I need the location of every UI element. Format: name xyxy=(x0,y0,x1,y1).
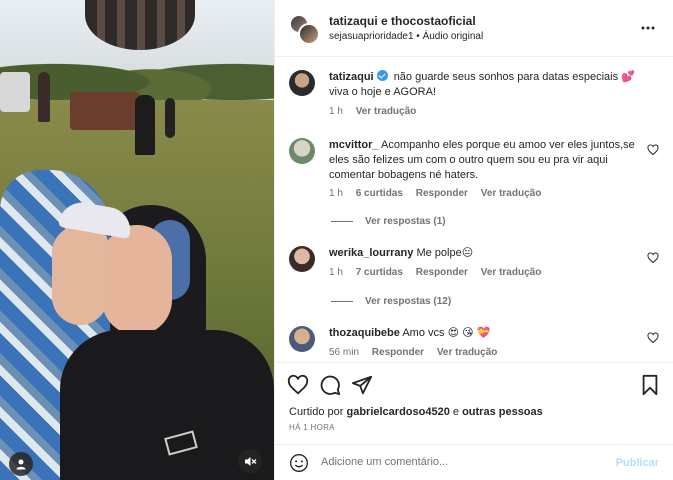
like-button-heart-icon[interactable] xyxy=(287,374,309,396)
view-replies-label: Ver respostas (1) xyxy=(365,216,446,227)
video-balloon-basket xyxy=(70,92,140,130)
comment-meta: 1 h 7 curtidas Responder Ver tradução xyxy=(329,267,551,278)
speaker-muted-icon xyxy=(244,456,256,466)
post-actions xyxy=(275,362,673,406)
replies-divider xyxy=(331,221,353,222)
caption-time: 1 h xyxy=(329,106,343,117)
comment-likes-count[interactable]: 6 curtidas xyxy=(356,188,403,199)
audio-attribution: sejasuaprioridade1 • Áudio original xyxy=(329,31,483,42)
save-button-bookmark-icon[interactable] xyxy=(639,374,661,396)
emoji-icon[interactable] xyxy=(289,453,309,473)
video-background-person xyxy=(38,72,50,122)
tagged-users-button[interactable] xyxy=(9,452,33,476)
caption-meta: 1 h Ver tradução xyxy=(329,106,426,117)
view-replies-button[interactable]: Ver respostas (1) xyxy=(331,216,446,227)
video-background-person xyxy=(135,95,155,155)
comment-likes-count[interactable]: 7 curtidas xyxy=(356,267,403,278)
video-man-face xyxy=(52,225,108,325)
view-replies-button[interactable]: Ver respostas (12) xyxy=(331,296,451,307)
post-side-panel: tatizaqui e thocostaoficial sejasuaprior… xyxy=(274,0,673,480)
more-dots-icon xyxy=(641,26,655,30)
like-comment-heart-icon[interactable] xyxy=(647,144,659,156)
comment-meta: 56 min Responder Ver tradução xyxy=(329,347,507,358)
audio-user-link[interactable]: sejasuaprioridade1 xyxy=(329,31,414,42)
like-comment-heart-icon[interactable] xyxy=(647,332,659,344)
audio-link[interactable]: Áudio original xyxy=(423,31,484,42)
view-replies-label: Ver respostas (12) xyxy=(365,296,452,307)
comment-time: 1 h xyxy=(329,188,343,199)
post-video[interactable] xyxy=(0,0,274,480)
mute-button[interactable] xyxy=(238,449,262,473)
avatar xyxy=(298,23,320,45)
video-car xyxy=(0,72,30,112)
translate-link[interactable]: Ver tradução xyxy=(356,106,417,117)
translate-link[interactable]: Ver tradução xyxy=(481,188,542,199)
liked-by-user[interactable]: gabrielcardoso4520 xyxy=(346,406,449,418)
add-comment-bar: Adicione um comentário... Publicar xyxy=(275,444,673,480)
video-woman-face xyxy=(102,225,172,335)
liked-by-prefix: Curtido por xyxy=(289,406,347,418)
post-timestamp[interactable]: HÁ 1 HORA xyxy=(289,423,335,432)
share-button-paper-plane-icon[interactable] xyxy=(351,374,373,396)
liked-by-others[interactable]: outras pessoas xyxy=(462,406,543,418)
author-names[interactable]: tatizaqui e thocostaoficial xyxy=(329,14,476,28)
liked-by-summary: Curtido por gabrielcardoso4520 e outras … xyxy=(289,406,543,418)
comment-username[interactable]: werika_lourrany xyxy=(329,247,413,259)
reply-button[interactable]: Responder xyxy=(372,347,424,358)
reply-button[interactable]: Responder xyxy=(416,267,468,278)
verified-badge-icon xyxy=(376,70,388,81)
audio-separator: • xyxy=(413,31,423,42)
comment-body: Me polpe😐 xyxy=(416,247,474,259)
caption-body: não guarde seus sonhos para datas especi… xyxy=(329,71,635,98)
comment-input[interactable]: Adicione um comentário... xyxy=(321,456,448,468)
author-avatars[interactable] xyxy=(289,14,320,45)
like-comment-heart-icon[interactable] xyxy=(647,252,659,264)
translate-link[interactable]: Ver tradução xyxy=(481,267,542,278)
user-icon xyxy=(16,459,26,470)
caption-text: tatizaqui não guarde seus sonhos para da… xyxy=(329,70,637,100)
avatar[interactable] xyxy=(289,70,315,96)
avatar[interactable] xyxy=(289,138,315,164)
avatar[interactable] xyxy=(289,326,315,352)
comment-body: Amo vcs 😍 😘 💝 xyxy=(402,327,491,339)
comment-username[interactable]: thozaquibebe xyxy=(329,327,400,339)
comment-time: 56 min xyxy=(329,347,360,358)
reply-button[interactable]: Responder xyxy=(416,188,468,199)
comment-time: 1 h xyxy=(329,267,343,278)
caption-username[interactable]: tatizaqui xyxy=(329,71,374,83)
comment-meta: 1 h 6 curtidas Responder Ver tradução xyxy=(329,188,551,199)
more-options-button[interactable] xyxy=(637,17,659,39)
replies-divider xyxy=(331,301,353,302)
post-comment-button[interactable]: Publicar xyxy=(616,457,659,469)
comment-text: werika_lourrany Me polpe😐 xyxy=(329,246,637,261)
comment-button-bubble-icon[interactable] xyxy=(319,374,341,396)
video-background-person xyxy=(165,98,175,138)
comment-text: mcvittor_ Acompanho eles porque eu amoo … xyxy=(329,138,637,183)
liked-by-middle: e xyxy=(449,406,463,418)
avatar[interactable] xyxy=(289,246,315,272)
comment-username[interactable]: mcvittor_ xyxy=(329,139,379,151)
translate-link[interactable]: Ver tradução xyxy=(437,347,498,358)
comments-list[interactable]: tatizaqui não guarde seus sonhos para da… xyxy=(275,58,673,362)
post-header: tatizaqui e thocostaoficial sejasuaprior… xyxy=(275,0,673,57)
comment-text: thozaquibebe Amo vcs 😍 😘 💝 xyxy=(329,326,637,341)
